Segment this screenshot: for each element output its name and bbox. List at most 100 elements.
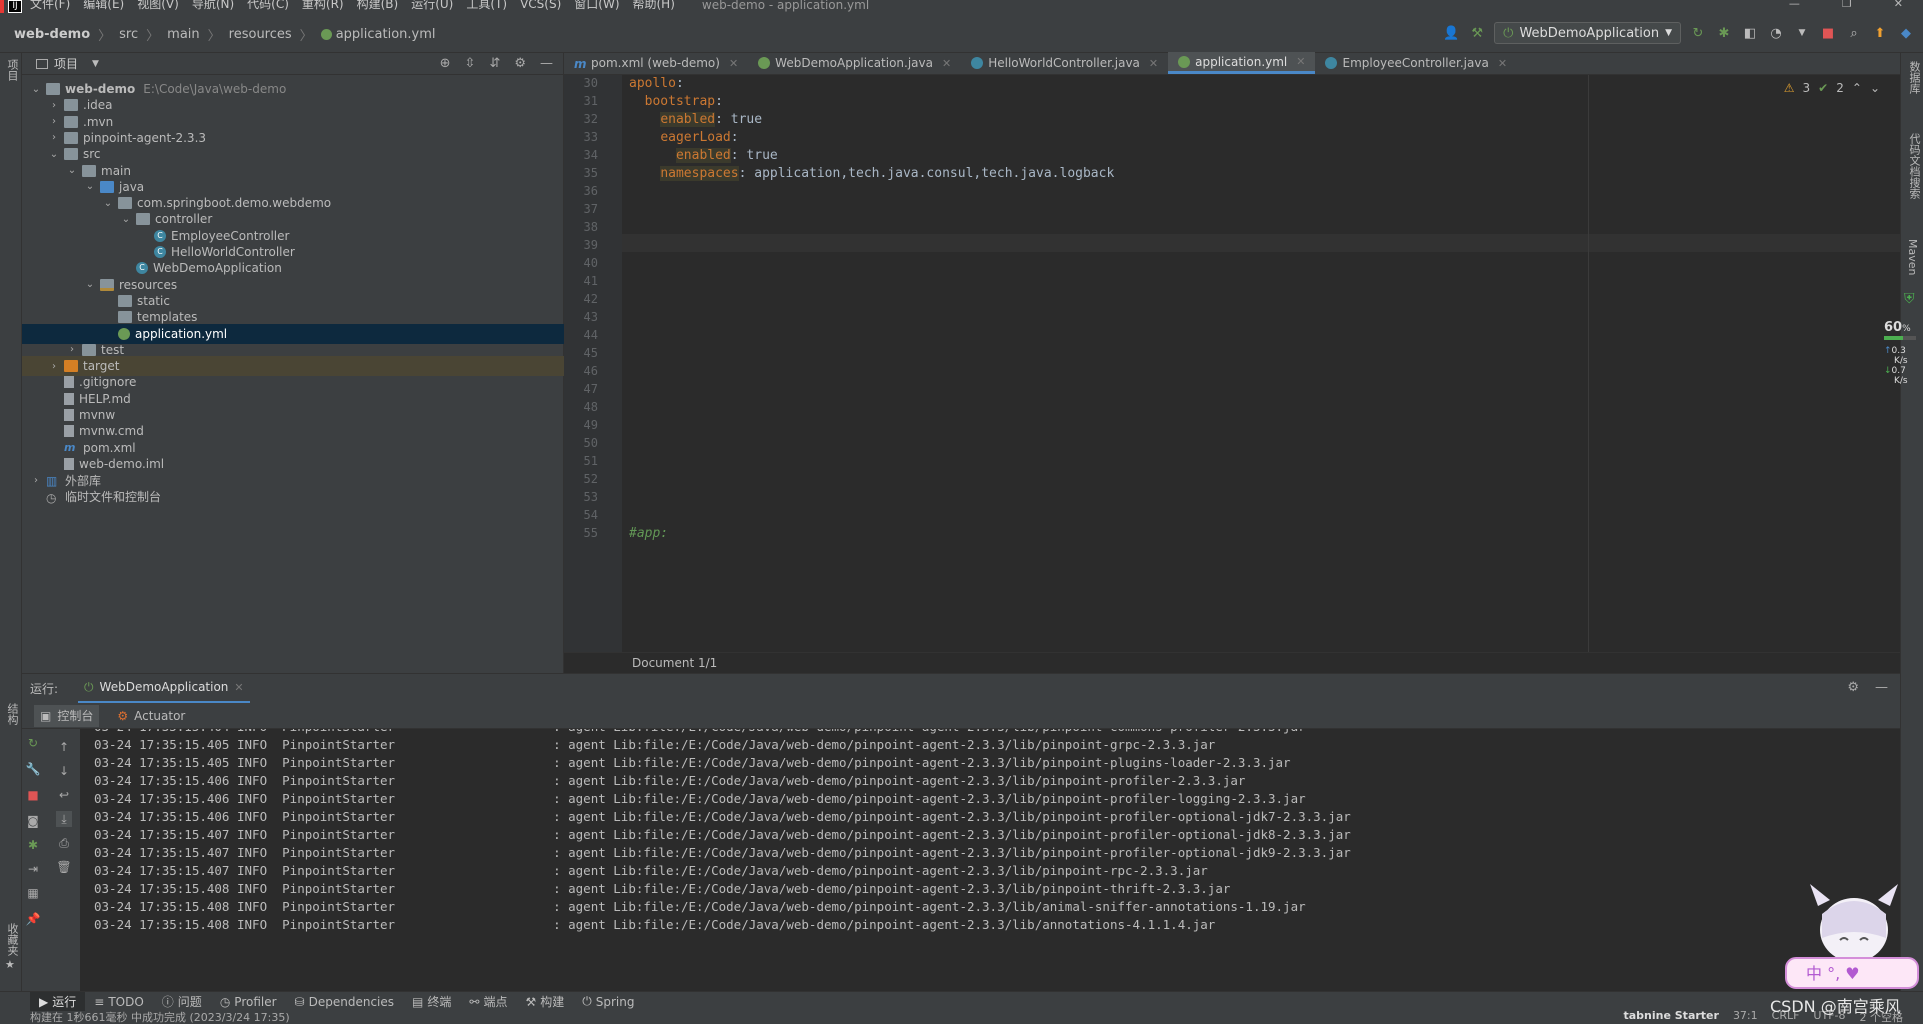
maven-tool-window-button[interactable]: Maven [1906,239,1919,275]
tab-profiler[interactable]: ◷ Profiler [211,992,286,1012]
caret-position[interactable]: 37:1 [1733,1011,1758,1024]
chevron-right-icon[interactable]: › [48,361,60,372]
editor-tab[interactable]: EmployeeController.java ✕ [1315,52,1517,74]
minimize-icon[interactable]: — [1789,0,1800,10]
structure-tool-window-button[interactable]: 结构 [4,703,20,725]
editor-tab[interactable]: application.yml ✕ [1168,52,1316,74]
camera-icon[interactable]: ◙ [25,813,41,829]
stop-icon[interactable]: ■ [25,787,41,803]
exit-icon[interactable]: ⇥ [25,861,41,877]
tab-terminal[interactable]: ▤ 终端 [403,992,460,1012]
chevron-right-icon[interactable]: › [30,475,42,486]
user-icon[interactable]: 👤 [1442,24,1460,42]
console-output[interactable]: 03-24 17:35:15.404 INFO PinpointStarter … [80,729,1900,991]
chevron-down-icon[interactable]: ⌄ [84,279,96,290]
tab-todo[interactable]: ≡ TODO [85,992,153,1012]
menu-item[interactable]: 编辑(E) [83,0,124,11]
menu-item[interactable]: 窗口(W) [574,0,619,11]
build-hammer-icon[interactable]: ⚒ [1468,24,1486,42]
menu-item[interactable]: 重构(R) [302,0,344,11]
close-icon[interactable]: ✕ [1149,57,1158,70]
locate-icon[interactable]: ⊕ [440,56,451,71]
gear-icon[interactable]: ⚙ [514,56,526,71]
menu-item[interactable]: 文件(F) [30,0,70,11]
code-editor[interactable]: 30 31 32 33 34 35 36 37 38 39 40 41 42 43 44 45 46 47 48 49… [564,75,1900,652]
chevron-down-icon[interactable]: ⌄ [84,181,96,192]
debug-icon[interactable]: ✱ [25,837,41,853]
tab-actuator[interactable]: ⚙ Actuator [111,705,191,727]
menu-item[interactable]: 帮助(H) [633,0,675,11]
chevron-right-icon[interactable]: › [66,344,78,355]
tab-problems[interactable]: ⓘ 问题 [153,992,211,1012]
chevron-down-icon[interactable]: ⌄ [120,214,132,225]
breadcrumb-item[interactable]: application.yml [336,27,436,42]
editor-tab[interactable]: WebDemoApplication.java ✕ [748,52,961,74]
profiler-icon[interactable]: ◔ [1767,24,1785,42]
tab-dependencies[interactable]: ⛁ Dependencies [286,992,403,1012]
chevron-down-icon[interactable]: ▼ [92,59,99,69]
expand-all-icon[interactable]: ⇳ [465,56,476,71]
arrow-up-icon[interactable]: ↑ [56,739,72,755]
breadcrumb-item[interactable]: main [167,27,199,42]
database-tool-window-button[interactable]: 数据库 [1906,61,1922,94]
menu-item[interactable]: 工具(T) [466,0,507,11]
chevron-down-icon[interactable]: ⌄ [66,165,78,176]
layout-icon[interactable]: ▦ [25,885,41,901]
document-indicator[interactable]: Document 1/1 [632,656,717,670]
editor-tab[interactable]: HelloWorldController.java ✕ [961,52,1168,74]
run-tab[interactable]: ⏻ WebDemoApplication ✕ [78,674,250,704]
menu-item[interactable]: 构建(B) [357,0,399,11]
tab-endpoints[interactable]: ⚯ 端点 [460,992,516,1012]
breadcrumb-item[interactable]: src [119,27,138,42]
menu-item[interactable]: VCS(S) [520,0,561,11]
tabnine-status[interactable]: tabnine Starter [1623,1011,1718,1024]
restore-icon[interactable]: ❐ [1842,0,1852,10]
hide-icon[interactable]: — [1875,680,1888,695]
code-search-tool-window-button[interactable]: 代码文档搜索 [1906,133,1922,199]
rerun-icon[interactable]: ↻ [1689,24,1707,42]
arrow-down-icon[interactable]: ↓ [56,763,72,779]
close-icon[interactable]: ✕ [729,57,738,70]
breadcrumb-item[interactable]: resources [229,27,292,42]
chevron-right-icon[interactable]: › [48,132,60,143]
inspection-widget[interactable]: ⚠ 3 ✔ 2 ⌃ ⌄ [1784,81,1880,95]
debug-icon[interactable]: ✱ [1715,24,1733,42]
update-icon[interactable]: ⬆ [1871,24,1889,42]
menu-item[interactable]: 代码(C) [247,0,289,11]
coverage-icon[interactable]: ◧ [1741,24,1759,42]
gear-icon[interactable]: ⚙ [1847,680,1859,695]
menu-item[interactable]: 视图(V) [137,0,179,11]
run-config-selector[interactable]: ⏻ WebDemoApplication ▼ [1494,22,1681,44]
soft-wrap-icon[interactable]: ↩ [56,787,72,803]
close-icon[interactable]: ✕ [234,681,243,694]
close-icon[interactable]: ✕ [942,57,951,70]
tab-spring[interactable]: ⏻ Spring [573,992,643,1012]
editor-tab[interactable]: m pom.xml (web-demo) ✕ [564,52,748,74]
tabnine-icon[interactable]: ◆ [1897,24,1915,42]
menu-item[interactable]: 导航(N) [192,0,234,11]
chevron-right-icon[interactable]: › [48,100,60,111]
tree-item[interactable]: ◷ 临时文件和控制台 [22,487,564,507]
chevron-up-icon[interactable]: ⌃ [1852,81,1862,95]
hide-icon[interactable]: — [540,56,553,71]
print-icon[interactable]: ⎙ [56,835,72,851]
close-icon[interactable]: ✕ [1498,57,1507,70]
chevron-down-icon[interactable]: ⌄ [1870,81,1880,95]
search-icon[interactable]: ⌕ [1845,24,1863,42]
rerun-icon[interactable]: ↻ [25,735,41,751]
chevron-down-icon[interactable]: ⌄ [30,84,42,95]
collapse-all-icon[interactable]: ⇵ [489,56,500,71]
chevron-down-icon[interactable]: ⌄ [48,149,60,160]
scroll-to-end-icon[interactable]: ⤓ [56,811,72,827]
wrench-icon[interactable]: 🔧 [25,761,41,777]
close-icon[interactable]: ✕ [1894,0,1903,10]
tab-build[interactable]: ⚒ 构建 [516,992,573,1012]
menu-item[interactable]: 运行(U) [411,0,453,11]
project-tool-window-button[interactable]: 项目 [4,59,20,81]
trash-icon[interactable]: 🗑 [56,859,72,875]
tab-run[interactable]: ▶ 运行 [30,991,86,1012]
favorites-tool-window-button[interactable]: 收藏夹 [4,923,20,956]
chevron-down-icon[interactable]: ⌄ [102,198,114,209]
breadcrumb-item[interactable]: web-demo [14,27,90,42]
stop-icon[interactable]: ■ [1819,24,1837,42]
